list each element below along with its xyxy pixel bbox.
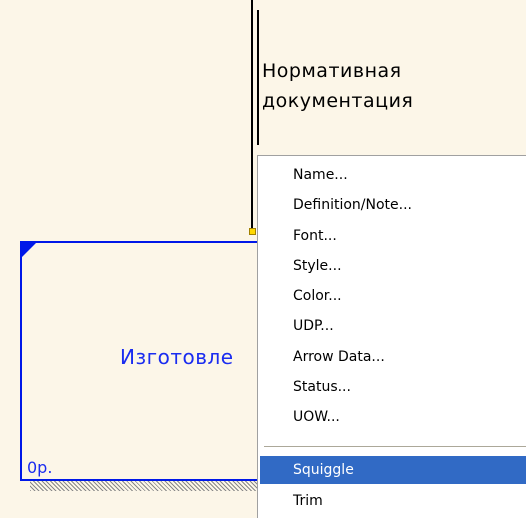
menu-item-udp[interactable]: UDP...: [260, 312, 526, 340]
menu-item-font[interactable]: Font...: [260, 222, 526, 250]
menu-item-trim[interactable]: Trim: [260, 487, 526, 515]
arrow-handle[interactable]: [249, 228, 256, 235]
diagram-canvas[interactable]: Нормативная документация Изготовле 0р. N…: [0, 0, 526, 518]
activity-shadow: [30, 481, 266, 491]
menu-item-status[interactable]: Status...: [260, 373, 526, 401]
menu-item-uow[interactable]: UOW...: [260, 403, 526, 431]
menu-item-color[interactable]: Color...: [260, 282, 526, 310]
menu-item-definition-note[interactable]: Definition/Note...: [260, 191, 526, 219]
arrow-label-line2: документация: [262, 90, 414, 112]
context-menu[interactable]: Name... Definition/Note... Font... Style…: [257, 155, 526, 518]
arrow-label-line1: Нормативная: [262, 60, 402, 82]
activity-name: Изготовле: [120, 345, 234, 369]
menu-item-squiggle[interactable]: Squiggle: [260, 456, 526, 484]
activity-corner-marker: [22, 243, 36, 257]
arrow-line[interactable]: [251, 0, 253, 228]
activity-box[interactable]: Изготовле 0р.: [20, 241, 266, 481]
activity-cost: 0р.: [27, 458, 53, 477]
arrow-line-segment[interactable]: [257, 10, 259, 145]
menu-item-arrow-data[interactable]: Arrow Data...: [260, 343, 526, 371]
menu-item-name[interactable]: Name...: [260, 161, 526, 189]
menu-item-style[interactable]: Style...: [260, 252, 526, 280]
arrow-label[interactable]: Нормативная документация: [262, 56, 526, 116]
menu-separator: [264, 446, 526, 447]
